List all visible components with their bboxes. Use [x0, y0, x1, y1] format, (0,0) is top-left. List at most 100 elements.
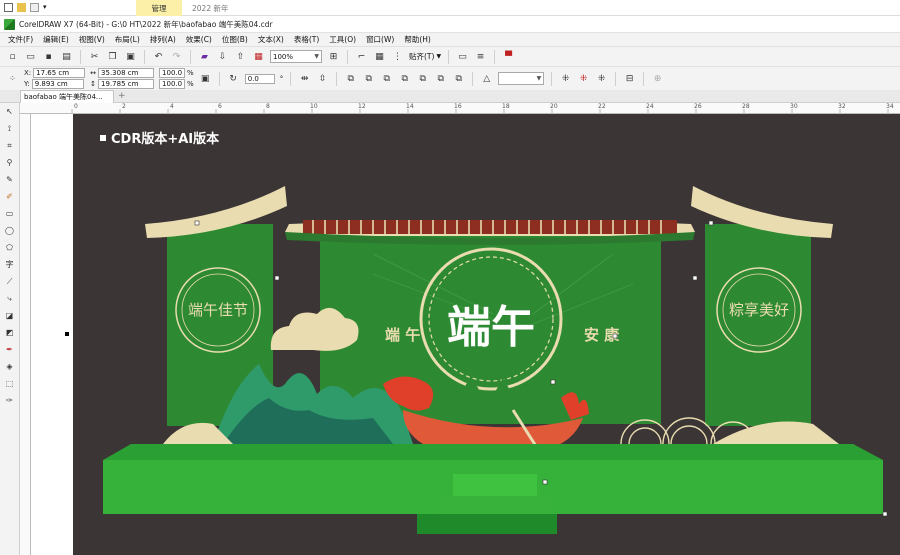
dropdown-icon[interactable]: ▾: [43, 3, 52, 12]
weld-icon[interactable]: ⧉: [344, 72, 357, 85]
canvas-handle-marker[interactable]: [65, 332, 69, 336]
zoom-tool-icon[interactable]: ⚲: [3, 156, 17, 169]
quick-trace-icon[interactable]: ⁜: [595, 72, 608, 85]
add-tab-button[interactable]: +: [118, 91, 126, 101]
height-field[interactable]: 19.785 cm: [98, 79, 155, 89]
menu-bitmaps[interactable]: 位图(B): [222, 34, 248, 45]
drawing-canvas[interactable]: 端午 端 午 安 康 端午佳节 粽享美好 CDR版本+AI版本: [31, 114, 900, 555]
application-launcher-icon[interactable]: ▀: [502, 50, 515, 63]
drop-shadow-tool-icon[interactable]: ◪: [3, 309, 17, 322]
undo-icon[interactable]: ↶: [152, 50, 165, 63]
smart-fill-tool-icon[interactable]: ⬚: [3, 377, 17, 390]
full-screen-icon[interactable]: ⊞: [327, 50, 340, 63]
copy-icon[interactable]: ❐: [106, 50, 119, 63]
context-tab-manage[interactable]: 管理: [136, 0, 182, 16]
align-distribute-icon[interactable]: ⊟: [623, 72, 636, 85]
parallel-dimension-tool-icon[interactable]: ⟋: [3, 275, 17, 288]
text-tool-icon[interactable]: 字: [3, 258, 17, 271]
menu-help[interactable]: 帮助(H): [404, 34, 431, 45]
rotation-angle-field[interactable]: 0.0: [244, 73, 275, 84]
welcome-screen-icon[interactable]: ▭: [456, 50, 469, 63]
ellipse-tool-icon[interactable]: ◯: [3, 224, 17, 237]
folder-icon[interactable]: [17, 3, 26, 12]
menu-view[interactable]: 视图(V): [79, 34, 105, 45]
percent-label: %: [187, 69, 194, 77]
back-minus-front-icon[interactable]: ⧉: [434, 72, 447, 85]
connector-tool-icon[interactable]: ⤷: [3, 292, 17, 305]
document-icon[interactable]: [30, 3, 39, 12]
publish-pdf-icon[interactable]: ▦: [252, 50, 265, 63]
snap-to-dropdown[interactable]: 贴齐(T) ▼: [409, 51, 441, 62]
rotation-icon[interactable]: ↻: [227, 72, 240, 85]
create-boundary-icon[interactable]: ⧉: [452, 72, 465, 85]
search-content-icon[interactable]: ▰: [198, 50, 211, 63]
horizontal-ruler[interactable]: 0 2 4 6 8 10 12 14 16 18 20 22 24 26 28 …: [20, 103, 900, 114]
interactive-fill-tool-icon[interactable]: ◈: [3, 360, 17, 373]
zoom-level-select[interactable]: 100% ▼: [270, 50, 322, 63]
menu-tools[interactable]: 工具(O): [329, 34, 356, 45]
dragon-boat-display-artwork[interactable]: 端午 端 午 安 康 端午佳节 粽享美好: [73, 114, 900, 555]
mirror-vertical-icon[interactable]: ⇳: [316, 72, 329, 85]
toolbar-separator: [347, 49, 348, 64]
rectangle-tool-icon[interactable]: ▭: [3, 207, 17, 220]
checkbox-icon[interactable]: [4, 3, 13, 12]
show-guidelines-icon[interactable]: ⋮: [391, 50, 404, 63]
show-rulers-icon[interactable]: ⌐: [355, 50, 368, 63]
cut-icon[interactable]: ✂: [88, 50, 101, 63]
export-icon[interactable]: ⇧: [234, 50, 247, 63]
x-position-field[interactable]: 17.65 cm: [33, 68, 86, 78]
scale-x-field[interactable]: 100.0: [159, 68, 186, 78]
bullet-square-icon: [100, 134, 106, 141]
save-icon[interactable]: ▪: [42, 50, 55, 63]
intersect-icon[interactable]: ⧉: [380, 72, 393, 85]
pick-tool-icon[interactable]: ↖: [3, 105, 17, 118]
wrap-text-icon[interactable]: ⁜: [577, 72, 590, 85]
menu-arrange[interactable]: 排列(A): [150, 34, 176, 45]
title-bar: CorelDRAW X7 (64-Bit) - G:\0 HT\2022 新年\…: [0, 16, 900, 33]
artboard[interactable]: 端午 端 午 安 康 端午佳节 粽享美好: [73, 114, 900, 555]
outline-pen-icon[interactable]: ✑: [3, 394, 17, 407]
window-title: CorelDRAW X7 (64-Bit) - G:\0 HT\2022 新年\…: [19, 19, 273, 29]
open-icon[interactable]: ▭: [24, 50, 37, 63]
menu-file[interactable]: 文件(F): [8, 34, 33, 45]
breadcrumb-folder: 2022 新年: [192, 3, 229, 13]
width-field[interactable]: 35.308 cm: [98, 68, 155, 78]
transparency-tool-icon[interactable]: ◩: [3, 326, 17, 339]
mirror-horizontal-icon[interactable]: ⇹: [298, 72, 311, 85]
redo-icon[interactable]: ↷: [170, 50, 183, 63]
import-icon[interactable]: ⇩: [216, 50, 229, 63]
artistic-media-tool-icon[interactable]: ✐: [3, 190, 17, 203]
step-middle: [439, 496, 551, 514]
paste-icon[interactable]: ▣: [124, 50, 137, 63]
menu-layout[interactable]: 布局(L): [115, 34, 140, 45]
document-tab[interactable]: baofabao 端午美陈04...: [20, 90, 114, 103]
menu-table[interactable]: 表格(T): [294, 34, 319, 45]
outline-width-icon[interactable]: △: [480, 72, 493, 85]
print-icon[interactable]: ▤: [60, 50, 73, 63]
convert-to-curves-icon[interactable]: ⁜: [559, 72, 572, 85]
scale-y-field[interactable]: 100.0: [159, 79, 186, 89]
eyedropper-tool-icon[interactable]: ✒: [3, 343, 17, 356]
trim-icon[interactable]: ⧉: [362, 72, 375, 85]
y-position-field[interactable]: 9.893 cm: [31, 79, 84, 89]
menu-edit[interactable]: 编辑(E): [43, 34, 69, 45]
shape-tool-icon[interactable]: ⟟: [3, 122, 17, 135]
add-preset-icon[interactable]: ⊕: [651, 72, 664, 85]
crop-tool-icon[interactable]: ⌗: [3, 139, 17, 152]
lock-ratio-icon[interactable]: ▣: [199, 72, 212, 85]
menu-window[interactable]: 窗口(W): [366, 34, 394, 45]
outline-width-select[interactable]: ▼: [498, 72, 545, 85]
polygon-tool-icon[interactable]: ⬠: [3, 241, 17, 254]
vertical-ruler[interactable]: [20, 114, 31, 555]
menu-text[interactable]: 文本(X): [258, 34, 284, 45]
chevron-down-icon: ▼: [436, 53, 442, 60]
freehand-tool-icon[interactable]: ✎: [3, 173, 17, 186]
menu-effects[interactable]: 效果(C): [186, 34, 212, 45]
new-document-icon[interactable]: ▫: [6, 50, 19, 63]
simplify-icon[interactable]: ⧉: [398, 72, 411, 85]
options-icon[interactable]: ≡: [474, 50, 487, 63]
reference-point-icon[interactable]: ⁘: [6, 72, 19, 85]
front-minus-back-icon[interactable]: ⧉: [416, 72, 429, 85]
ruler-label: 22: [598, 103, 606, 110]
show-grid-icon[interactable]: ▦: [373, 50, 386, 63]
